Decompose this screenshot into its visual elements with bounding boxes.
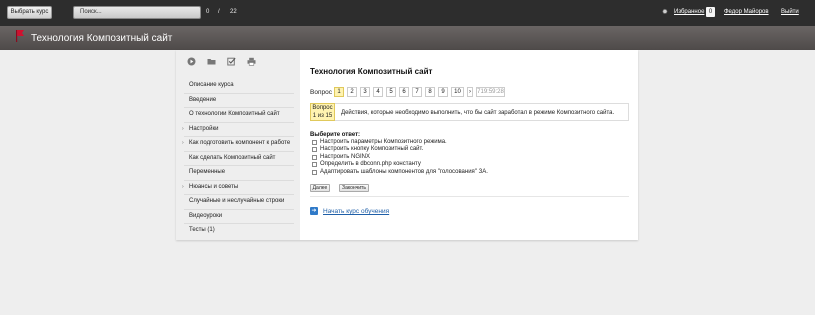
question-counter-badge: Вопрос 1 из 15	[310, 103, 335, 121]
start-course-link[interactable]: Начать курс обучения	[323, 208, 389, 215]
sidebar-divider	[184, 165, 294, 166]
answer-option-text: Настроить NGINX	[320, 154, 370, 160]
sidebar-item-about[interactable]: О технологии Композитный сайт	[189, 111, 280, 117]
star-icon: ✹	[662, 9, 668, 16]
sidebar-divider	[184, 107, 294, 108]
answer-option-2[interactable]: Настроить кнопку Композитный сайт.	[312, 146, 423, 152]
question-counter-value: 1 из 15	[312, 112, 333, 119]
sidebar-divider	[184, 223, 294, 224]
checkbox[interactable]	[312, 161, 317, 167]
progress-total: 22	[230, 9, 237, 15]
logo-flag-icon	[16, 30, 24, 42]
content-divider	[310, 196, 629, 197]
nav-arrow: ›	[182, 184, 184, 190]
checklist-icon[interactable]	[227, 57, 236, 66]
sidebar-item-variables[interactable]: Переменные	[189, 169, 225, 175]
answer-option-text: Настроить параметры Композитного режима.	[320, 139, 447, 145]
question-number-7[interactable]: 7	[412, 87, 422, 97]
sidebar-item-videos[interactable]: Видеоуроки	[189, 213, 222, 219]
favorites-link[interactable]: Избранное	[674, 9, 704, 15]
question-number-1[interactable]: 1	[334, 87, 344, 97]
question-next-arrow[interactable]: ›	[467, 87, 473, 97]
sidebar-item-random-strings[interactable]: Случайные и неслучайные строки	[189, 198, 284, 204]
checkbox[interactable]	[312, 169, 317, 175]
question-number-8[interactable]: 8	[425, 87, 435, 97]
finish-button[interactable]: Закончить	[339, 184, 369, 192]
sidebar-item-description[interactable]: Описание курса	[189, 82, 234, 88]
play-icon[interactable]	[187, 57, 196, 66]
question-text: Действия, которые необходимо выполнить, …	[341, 110, 615, 116]
answer-option-4[interactable]: Определить в dbconn.php константу	[312, 161, 421, 167]
sidebar-item-prepare-component[interactable]: Как подготовить компонент к работе	[189, 140, 290, 146]
answer-option-3[interactable]: Настроить NGINX	[312, 154, 370, 160]
question-counter-label: Вопрос	[312, 105, 333, 111]
sidebar-item-intro[interactable]: Введение	[189, 97, 216, 103]
choose-answer-label: Выберите ответ:	[310, 132, 361, 138]
sidebar-item-make-composite[interactable]: Как сделать Композитный сайт	[189, 155, 275, 161]
sidebar-divider	[184, 194, 294, 195]
progress-separator: /	[218, 9, 220, 15]
timer: 719:59:28	[476, 87, 505, 97]
search-input[interactable]: Поиск...	[73, 6, 201, 19]
answer-option-text: Определить в dbconn.php константу	[320, 161, 421, 167]
question-number-9[interactable]: 9	[438, 87, 448, 97]
choose-course-button[interactable]: Выбрать курс	[7, 6, 52, 19]
favorites-count-badge: 0	[706, 7, 715, 17]
answer-option-text: Адаптировать шаблоны компонентов для "го…	[320, 169, 488, 175]
site-title: Технология Композитный сайт	[31, 33, 173, 44]
print-icon[interactable]	[247, 57, 256, 66]
exit-link[interactable]: Выйти	[781, 9, 799, 15]
page-title: Технология Композитный сайт	[310, 67, 433, 76]
checkbox[interactable]	[312, 154, 317, 160]
question-number-2[interactable]: 2	[347, 87, 357, 97]
question-number-10[interactable]: 10	[451, 87, 464, 97]
question-label: Вопрос	[310, 89, 332, 96]
question-number-5[interactable]: 5	[386, 87, 396, 97]
nav-arrow: ›	[182, 126, 184, 132]
sidebar-divider	[184, 180, 294, 181]
answer-option-5[interactable]: Адаптировать шаблоны компонентов для "го…	[312, 169, 488, 175]
sidebar-divider	[184, 93, 294, 94]
sidebar-divider	[184, 151, 294, 152]
folder-icon[interactable]	[207, 57, 216, 66]
arrow-right-icon[interactable]: ➜	[310, 207, 318, 215]
question-number-6[interactable]: 6	[399, 87, 409, 97]
sidebar-item-settings[interactable]: Настройки	[189, 126, 218, 132]
next-button[interactable]: Далее	[310, 184, 330, 192]
answer-option-text: Настроить кнопку Композитный сайт.	[320, 146, 424, 152]
sidebar-divider	[184, 122, 294, 123]
sidebar-item-tips[interactable]: Нюансы и советы	[189, 184, 238, 190]
user-name-link[interactable]: Федор Майоров	[724, 9, 769, 15]
nav-arrow: ›	[182, 140, 184, 146]
question-number-3[interactable]: 3	[360, 87, 370, 97]
sidebar-divider	[184, 136, 294, 137]
checkbox[interactable]	[312, 139, 317, 145]
sidebar-item-tests[interactable]: Тесты (1)	[189, 227, 215, 233]
sidebar-divider	[184, 209, 294, 210]
progress-current: 0	[206, 9, 210, 15]
answer-option-1[interactable]: Настроить параметры Композитного режима.	[312, 139, 447, 145]
checkbox[interactable]	[312, 146, 317, 152]
question-number-4[interactable]: 4	[373, 87, 383, 97]
